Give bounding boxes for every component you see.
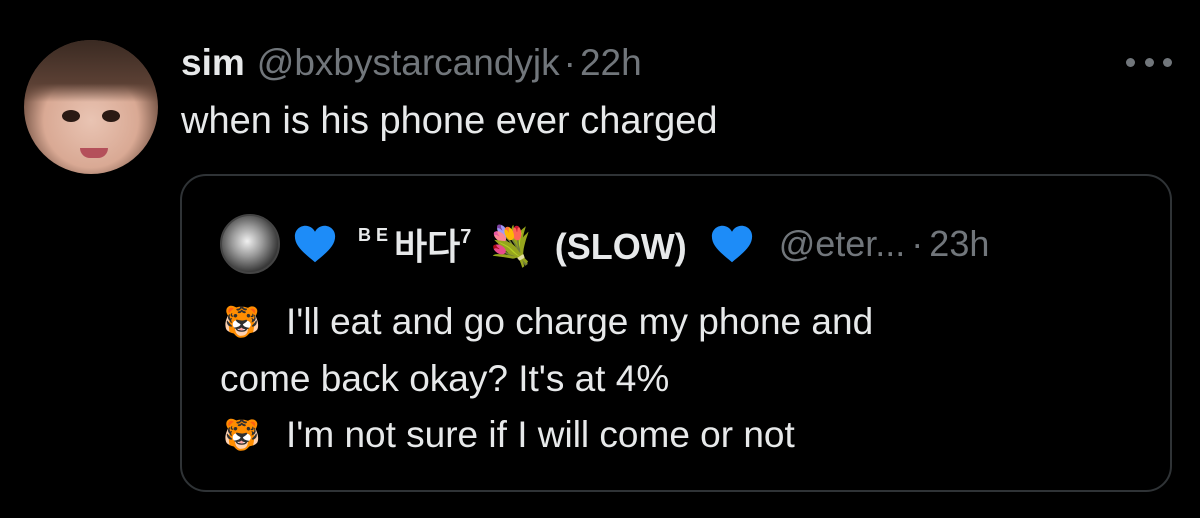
blue-heart-icon <box>294 225 336 263</box>
tiger-face-icon: 🐯 <box>223 419 261 452</box>
line-text: I'm not sure if I will come or not <box>286 414 795 455</box>
separator-dot: · <box>911 223 924 264</box>
more-dot <box>1144 58 1154 67</box>
quoted-tweet-header: B E 바다7 💐 (SLOW) @eter... · 23h <box>220 214 989 274</box>
tweet: sim @bxbystarcandyjk · 22h when is his p… <box>0 0 1200 518</box>
name-suffix: (SLOW) <box>554 226 687 267</box>
line-text: come back okay? It's at 4% <box>220 358 670 399</box>
avatar-hair <box>24 40 158 102</box>
tweet-text: when is his phone ever charged <box>181 100 718 142</box>
tiger-face-icon: 🐯 <box>223 306 261 339</box>
quoted-tweet-text: 🐯 I'll eat and go charge my phone and com… <box>220 294 873 464</box>
quoted-tweet[interactable]: B E 바다7 💐 (SLOW) @eter... · 23h 🐯 I'll eat a… <box>180 174 1172 492</box>
avatar-eye <box>102 110 120 122</box>
tweet-header: sim @bxbystarcandyjk · 22h <box>181 41 642 85</box>
avatar-eye <box>62 110 80 122</box>
tweet-time[interactable]: 22h <box>580 42 642 84</box>
name-superscript: 7 <box>460 226 472 248</box>
name-prefix-small: B E <box>358 225 389 245</box>
more-options-icon[interactable] <box>1126 58 1172 70</box>
author-avatar[interactable] <box>24 40 158 174</box>
quoted-author-handle[interactable]: @eter... <box>779 223 906 265</box>
more-dot <box>1126 58 1135 67</box>
quoted-text-line: 🐯 I'll eat and go charge my phone and <box>220 294 873 351</box>
author-name[interactable]: sim <box>181 42 245 84</box>
quoted-author-name[interactable]: B E 바다7 💐 (SLOW) <box>358 218 687 270</box>
bouquet-icon: 💐 <box>487 226 535 268</box>
quoted-author-avatar[interactable] <box>220 214 280 274</box>
name-korean: 바다 <box>394 226 461 267</box>
separator-dot: · <box>563 42 576 83</box>
quoted-text-line: 🐯 I'm not sure if I will come or not <box>220 407 873 464</box>
quoted-text-line: come back okay? It's at 4% <box>220 351 873 407</box>
line-text: I'll eat and go charge my phone and <box>286 301 874 342</box>
avatar-mouth <box>80 148 108 158</box>
blue-heart-icon <box>711 225 752 263</box>
more-dot <box>1163 58 1172 67</box>
author-handle[interactable]: @bxbystarcandyjk <box>257 42 560 84</box>
quoted-tweet-time[interactable]: 23h <box>929 223 989 265</box>
